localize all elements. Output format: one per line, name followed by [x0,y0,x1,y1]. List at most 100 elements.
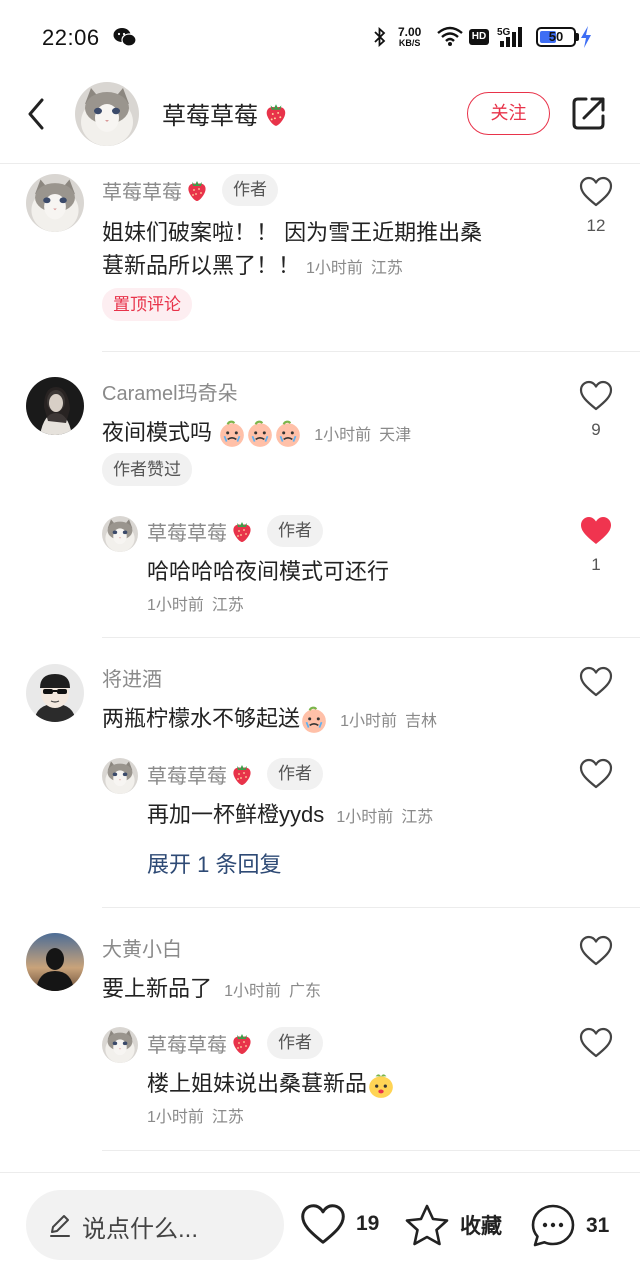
strawberry-icon [266,103,286,126]
signal-5g-icon: 5G [497,25,527,54]
comment-bubble-icon [531,1204,575,1247]
author-tag: 作者 [267,515,323,547]
comment-text[interactable]: 夜间模式吗 1小时前 天津 [102,416,411,452]
commenter-name[interactable]: Caramel玛奇朵 [102,377,238,406]
chevron-left-icon [28,98,44,130]
comment-meta: 1小时前 江苏 [306,260,403,277]
reply-text[interactable]: 哈哈哈哈夜间模式可还行 [147,555,389,588]
heart-filled-icon [581,517,611,544]
reply-meta: 1小时前 江苏 [147,1109,244,1126]
comment-count: 31 [586,1214,610,1237]
commenter-avatar[interactable] [26,377,84,435]
heart-icon [579,1027,613,1058]
reply-text[interactable]: 楼上姐妹说出桑葚新品 [147,1067,395,1100]
svg-text:5G: 5G [497,27,511,38]
comment-text[interactable]: 两瓶柠檬水不够起送 1小时前 吉林 [102,702,437,738]
wechat-icon [113,26,137,53]
crying-peach-emoji [247,420,274,449]
share-button[interactable] [570,94,608,132]
reply-avatar[interactable] [102,758,138,794]
heart-icon [301,1204,345,1244]
divider [102,1150,640,1151]
comment-meta: 1小时前 广东 [224,983,322,1000]
status-bar: 22:06 7.00 KB/S HD 5G 50 [0,0,640,76]
comment-text[interactable]: 姐妹们破案啦！！ 因为雪王近期推出桑 葚新品所以黑了！！ 1小时前 江苏 [102,216,482,285]
comment-input-placeholder: 说点什么... [82,1216,199,1243]
status-time: 22:06 [42,25,100,50]
reply-meta: 1小时前 江苏 [336,809,434,826]
divider [102,351,640,352]
pencil-icon [50,1215,70,1237]
commenter-name[interactable]: 草莓草莓 作者 [102,174,278,206]
divider [102,637,640,638]
like-button[interactable] [579,515,613,551]
crying-peach-emoji [219,420,246,449]
charging-icon [580,26,592,53]
reply-name[interactable]: 草莓草莓 作者 [147,758,323,790]
post-like-count: 19 [356,1212,380,1235]
like-button[interactable] [579,666,613,702]
battery-tip [576,33,579,41]
commenter-avatar[interactable] [26,174,84,232]
hd-badge: HD [469,29,489,45]
crying-peach-emoji [275,420,302,449]
reply-avatar[interactable] [102,516,138,552]
commenter-name[interactable]: 将进酒 [102,663,162,692]
heart-icon [579,935,613,966]
heart-icon [579,758,613,789]
author-liked-tag: 作者赞过 [102,453,192,486]
battery-icon: 50 [536,27,576,47]
reply-avatar[interactable] [102,1027,138,1063]
back-button[interactable] [22,94,52,134]
commenter-avatar[interactable] [26,933,84,991]
favorite-button[interactable]: 收藏 [404,1203,502,1247]
heart-icon [579,176,613,207]
share-icon [572,97,605,130]
strawberry-icon [233,1034,251,1054]
comment-meta: 1小时前 吉林 [340,713,438,730]
bottom-bar: 说点什么... 19 收藏 31 [0,1172,640,1277]
commenter-avatar[interactable] [26,664,84,722]
like-button[interactable] [579,1027,613,1063]
crying-face-emoji [301,706,327,735]
bluetooth-icon [372,26,388,52]
like-post-button[interactable]: 19 [300,1203,379,1245]
follow-button[interactable]: 关注 [467,92,550,135]
pinned-tag: 置顶评论 [102,288,192,321]
favorite-label: 收藏 [460,1215,502,1238]
comment-text[interactable]: 要上新品了 1小时前 广东 [102,972,321,1008]
like-button[interactable] [579,935,613,971]
like-count: 9 [591,420,601,439]
reply-name[interactable]: 草莓草莓 作者 [147,1027,323,1059]
header: 草莓草莓 关注 [0,76,640,164]
comment-input[interactable]: 说点什么... [26,1190,284,1260]
network-speed: 7.00 KB/S [398,25,422,48]
heart-icon [579,380,613,411]
star-icon [405,1204,449,1246]
like-count: 12 [586,216,606,235]
author-avatar[interactable] [75,82,139,146]
like-button[interactable] [579,380,613,416]
wifi-icon [437,26,463,51]
reply-text[interactable]: 再加一杯鲜橙yyds 1小时前 江苏 [147,798,433,834]
like-count: 1 [591,555,601,574]
author-tag: 作者 [267,1027,323,1059]
commenter-name[interactable]: 大黄小白 [102,933,182,962]
heart-icon [579,666,613,697]
reply-name[interactable]: 草莓草莓 作者 [147,515,323,547]
like-button[interactable] [579,758,613,794]
like-button[interactable] [579,176,613,212]
bun-face-emoji [369,1074,393,1099]
strawberry-icon [188,181,206,201]
author-tag: 作者 [222,174,278,206]
reply-meta: 1小时前 江苏 [147,597,244,614]
strawberry-icon [233,765,251,785]
expand-replies-link[interactable]: 展开 1 条回复 [147,847,281,879]
comment-meta: 1小时前 天津 [314,427,412,444]
author-tag: 作者 [267,758,323,790]
author-name[interactable]: 草莓草莓 [162,96,290,131]
divider [102,907,640,908]
battery-level: 50 [548,29,564,44]
strawberry-icon [233,522,251,542]
comments-button[interactable]: 31 [530,1203,609,1249]
